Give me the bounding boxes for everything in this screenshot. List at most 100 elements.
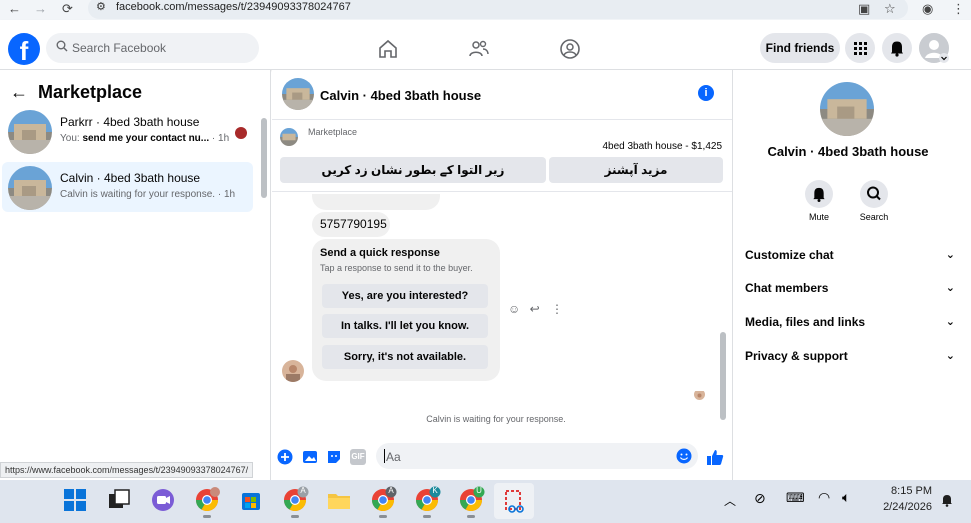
message-input-placeholder: Aa: [386, 450, 401, 464]
account-avatar[interactable]: [919, 33, 949, 63]
profile-avatar[interactable]: [820, 82, 874, 136]
volume-icon[interactable]: 🔈︎: [842, 489, 850, 506]
quick-reply-not-available[interactable]: Sorry, it's not available.: [322, 345, 488, 369]
privacy-support-row[interactable]: Privacy & support ⌄: [745, 349, 955, 369]
waiting-status: Calvin is waiting for your response.: [426, 414, 566, 424]
message-scrollbar[interactable]: [720, 332, 726, 420]
profile-badge: K: [432, 486, 438, 495]
find-friends-button[interactable]: Find friends: [760, 33, 840, 63]
message-actions: ☺ ↩ ⋮: [508, 302, 563, 316]
search-chat-button[interactable]: [860, 180, 888, 208]
link-preview-status: https://www.facebook.com/messages/t/2394…: [0, 462, 254, 478]
message-composer: GIF Aa: [272, 437, 732, 480]
mark-pending-button[interactable]: زیر التوا کے بطور نشان زد کریں: [280, 157, 546, 183]
show-hidden-icons[interactable]: ︿: [724, 492, 736, 509]
search-bar[interactable]: Search Facebook: [46, 33, 259, 63]
wifi-icon[interactable]: ◠: [818, 489, 830, 506]
message-list: 5757790195 Send a quick response Tap a r…: [272, 192, 732, 437]
chrome-profile-a2-icon[interactable]: A: [369, 486, 397, 514]
chrome-active-indicator: [203, 515, 211, 518]
info-icon[interactable]: i: [698, 85, 714, 101]
conversation-name: Calvin · 4bed 3bath house: [60, 171, 201, 185]
card-scrollbar[interactable]: [260, 120, 266, 192]
back-icon[interactable]: ←: [8, 1, 21, 16]
microsoft-store-icon[interactable]: [237, 486, 265, 514]
listing-price[interactable]: 4bed 3bath house - $1,425: [602, 141, 722, 152]
menu-button[interactable]: [845, 33, 875, 63]
bell-icon: [891, 41, 903, 57]
forward-icon[interactable]: →: [34, 1, 47, 16]
site-info-icon[interactable]: ⚙: [96, 0, 106, 13]
chrome-profile-a-icon[interactable]: A: [281, 486, 309, 514]
chat-title[interactable]: Calvin · 4bed 3bath house: [320, 88, 481, 103]
chat-members-row[interactable]: Chat members ⌄: [745, 281, 955, 301]
chrome-profile-k-icon[interactable]: K: [413, 486, 441, 514]
browser-menu-icon[interactable]: ⋮: [952, 1, 965, 17]
account-icon: [919, 33, 949, 63]
home-icon[interactable]: [377, 38, 399, 60]
chevron-down-icon: ⌄: [945, 350, 955, 362]
profile-name: Calvin · 4bed 3bath house: [767, 144, 929, 159]
snipping-tool-button[interactable]: [494, 483, 534, 519]
phone-message-bubble: 5757790195: [312, 212, 390, 237]
chrome-icon[interactable]: [193, 486, 221, 514]
mute-button[interactable]: [805, 180, 833, 208]
profile-badge: U: [476, 486, 482, 495]
add-plus-icon[interactable]: [277, 449, 293, 465]
install-app-icon[interactable]: ▣: [858, 1, 870, 17]
quick-reply-in-talks[interactable]: In talks. I'll let you know.: [322, 314, 488, 338]
house-thumbnail: [8, 166, 52, 210]
gif-icon[interactable]: GIF: [350, 449, 366, 465]
reload-icon[interactable]: ⟳: [62, 1, 73, 17]
conversation-preview: Calvin is waiting for your response. · 1…: [60, 189, 236, 200]
teams-meet-icon[interactable]: [149, 486, 177, 514]
listing-thumbnail: [280, 128, 298, 146]
quick-reply-interested[interactable]: Yes, are you interested?: [322, 284, 488, 308]
emoji-icon[interactable]: [676, 448, 692, 464]
chat-details-panel: Calvin · 4bed 3bath house Mute Search Cu…: [732, 70, 971, 480]
chevron-down-icon: ⌄: [945, 316, 955, 328]
clock-date: 2/24/2026: [883, 501, 932, 513]
reply-icon[interactable]: ↩: [530, 302, 540, 316]
conversation-item[interactable]: Parkrr · 4bed 3bath house You: send me y…: [2, 106, 253, 156]
keyboard-icon[interactable]: ⌨: [786, 490, 805, 506]
mute-label: Mute: [808, 212, 829, 222]
react-emoji-icon[interactable]: ☺: [508, 302, 520, 316]
friends-icon[interactable]: [468, 38, 490, 60]
sender-avatar[interactable]: [282, 360, 304, 382]
search-icon: [56, 40, 68, 52]
photo-icon[interactable]: [302, 449, 318, 465]
more-actions-icon[interactable]: ⋮: [551, 302, 563, 316]
chevron-down-icon: ⌄: [945, 282, 955, 294]
media-files-links-row[interactable]: Media, files and links ⌄: [745, 315, 955, 335]
facebook-logo[interactable]: f: [8, 33, 40, 65]
system-clock[interactable]: 8:15 PM 2/24/2026: [872, 485, 932, 513]
thumbs-up-icon[interactable]: [706, 448, 724, 466]
app-indicator: [423, 515, 431, 518]
bookmark-star-icon[interactable]: ☆: [884, 1, 896, 17]
groups-icon[interactable]: [559, 38, 581, 60]
notification-bell-icon[interactable]: [939, 492, 955, 508]
message-bubble: [312, 194, 440, 210]
chrome-profile-u-icon[interactable]: U: [457, 486, 485, 514]
address-bar[interactable]: ⚙ facebook.com/messages/t/23949093378024…: [88, 0, 908, 19]
notifications-button[interactable]: [882, 33, 912, 63]
customize-chat-row[interactable]: Customize chat ⌄: [745, 248, 955, 268]
sync-off-icon[interactable]: ⊘: [754, 490, 766, 507]
conversation-item-selected[interactable]: Calvin · 4bed 3bath house Calvin is wait…: [2, 162, 253, 212]
profile-badge: A: [388, 486, 394, 495]
app-indicator: [467, 515, 475, 518]
read-receipt-avatar: [235, 127, 247, 139]
task-view-icon[interactable]: [105, 486, 133, 514]
quick-response-bubble: Send a quick response Tap a response to …: [312, 239, 500, 381]
chat-avatar[interactable]: [282, 78, 314, 110]
back-arrow-icon[interactable]: ←: [10, 82, 28, 103]
conversation-name: Parkrr · 4bed 3bath house: [60, 115, 200, 129]
profile-icon[interactable]: ◉: [922, 1, 933, 17]
sticker-icon[interactable]: [326, 449, 342, 465]
message-input[interactable]: Aa: [376, 443, 698, 469]
chat-header: Calvin · 4bed 3bath house i: [272, 70, 732, 120]
file-explorer-icon[interactable]: [325, 486, 353, 514]
windows-start-icon[interactable]: [61, 486, 89, 514]
more-options-button[interactable]: مزید آپشنز: [549, 157, 723, 183]
